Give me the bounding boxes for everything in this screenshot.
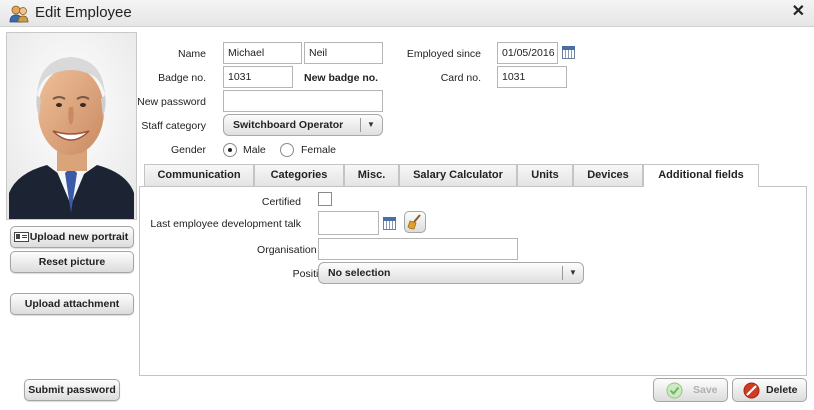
delete-button[interactable]: Delete xyxy=(732,378,807,402)
certified-checkbox[interactable] xyxy=(318,192,332,206)
position-select[interactable]: No selection ▼ xyxy=(318,262,584,284)
tab-misc[interactable]: Misc. xyxy=(344,164,399,186)
save-label: Save xyxy=(693,384,718,396)
card-label: Card no. xyxy=(440,72,481,84)
card-input[interactable]: 1031 xyxy=(497,66,567,88)
select-separator xyxy=(360,118,361,132)
badge-label: Badge no. xyxy=(158,72,206,84)
staff-category-label: Staff category xyxy=(141,120,206,132)
select-separator xyxy=(562,266,563,280)
tab-devices[interactable]: Devices xyxy=(573,164,643,186)
gender-female-label: Female xyxy=(301,144,337,156)
tab-units[interactable]: Units xyxy=(517,164,573,186)
calendar-icon[interactable] xyxy=(562,46,575,59)
employed-since-input[interactable]: 01/05/2016 xyxy=(497,42,558,64)
dev-talk-input[interactable] xyxy=(318,211,379,235)
gender-female-radio[interactable] xyxy=(280,143,294,157)
chevron-down-icon: ▼ xyxy=(367,120,375,129)
window-title: Edit Employee xyxy=(35,4,132,21)
close-icon[interactable]: ✕ xyxy=(792,3,805,21)
clear-date-button[interactable] xyxy=(404,211,426,233)
gender-label: Gender xyxy=(170,144,206,156)
upload-portrait-button[interactable]: Upload new portrait xyxy=(10,226,134,248)
last-name-input[interactable]: Neil xyxy=(304,42,383,64)
name-label: Name xyxy=(177,48,206,60)
tab-salary-calculator[interactable]: Salary Calculator xyxy=(399,164,517,186)
gender-male-label: Male xyxy=(243,144,266,156)
first-name-input[interactable]: Michael xyxy=(223,42,302,64)
upload-attachment-button[interactable]: Upload attachment xyxy=(10,293,134,315)
new-password-input[interactable] xyxy=(223,90,383,112)
certified-label: Certified xyxy=(261,196,301,208)
id-card-icon xyxy=(14,232,29,242)
submit-password-button[interactable]: Submit password xyxy=(24,379,120,401)
submit-password-label: Submit password xyxy=(28,384,116,396)
employee-portrait xyxy=(6,32,137,220)
checkmark-icon xyxy=(666,382,683,399)
dev-talk-label: Last employee development talk xyxy=(150,218,301,230)
employed-since-label: Employed since xyxy=(406,48,481,60)
tab-categories[interactable]: Categories xyxy=(254,164,344,186)
chevron-down-icon: ▼ xyxy=(569,268,577,277)
title-bar: Edit Employee ✕ xyxy=(0,0,814,27)
password-label: New password xyxy=(137,96,206,108)
staff-category-select[interactable]: Switchboard Operator ▼ xyxy=(223,114,383,136)
upload-portrait-label: Upload new portrait xyxy=(29,231,129,243)
gender-male-radio[interactable] xyxy=(223,143,237,157)
delete-label: Delete xyxy=(766,384,798,396)
broom-icon xyxy=(407,214,421,230)
delete-icon xyxy=(743,382,760,399)
save-button[interactable]: Save xyxy=(653,378,728,402)
reset-picture-button[interactable]: Reset picture xyxy=(10,251,134,273)
reset-picture-label: Reset picture xyxy=(38,256,106,268)
staff-category-value: Switchboard Operator xyxy=(233,119,344,131)
position-value: No selection xyxy=(328,267,391,279)
organisation-id-input[interactable] xyxy=(318,238,518,260)
calendar-icon[interactable] xyxy=(383,217,396,230)
new-badge-link[interactable]: New badge no. xyxy=(304,72,378,84)
tab-communication[interactable]: Communication xyxy=(144,164,254,186)
portrait-image xyxy=(7,33,136,219)
upload-attachment-label: Upload attachment xyxy=(24,298,120,310)
tab-additional-fields[interactable]: Additional fields xyxy=(643,164,759,187)
employees-icon xyxy=(9,5,29,23)
badge-input[interactable]: 1031 xyxy=(223,66,293,88)
